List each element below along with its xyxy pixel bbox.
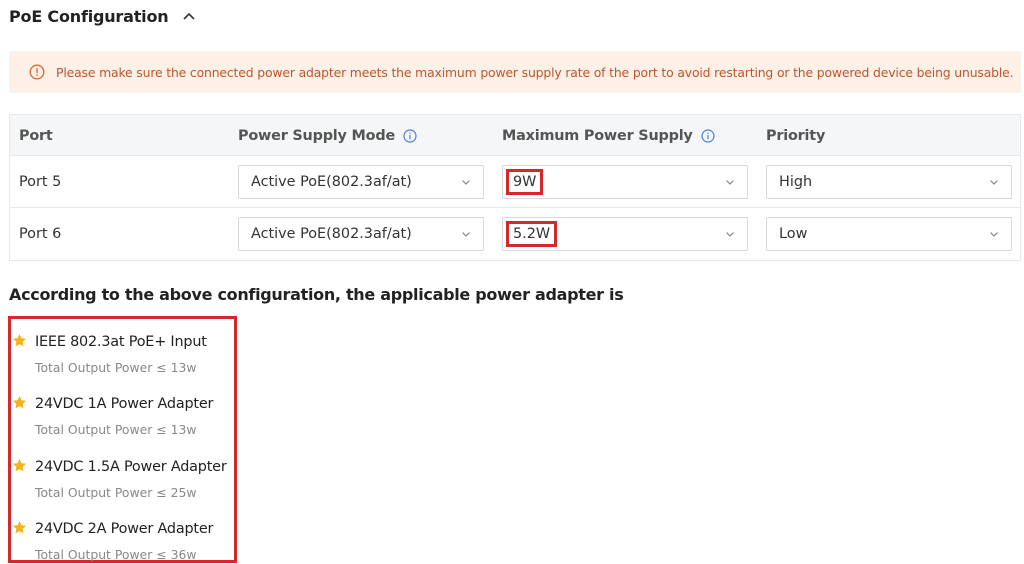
info-circle-icon[interactable] xyxy=(701,128,715,143)
star-icon xyxy=(12,395,27,409)
warning-notice: Please make sure the connected power ada… xyxy=(9,51,1021,93)
section-header: PoE Configuration xyxy=(9,4,196,28)
adapter-name: 24VDC 2A Power Adapter xyxy=(35,521,214,537)
select-value: Active PoE(802.3af/at) xyxy=(251,174,412,190)
chevron-down-icon xyxy=(990,180,998,185)
adapter-name: 24VDC 1A Power Adapter xyxy=(35,396,214,412)
select-value: High xyxy=(779,174,813,190)
select-value: Low xyxy=(779,226,808,242)
select-value: Active PoE(802.3af/at) xyxy=(251,226,412,242)
maximum-power-supply-select[interactable]: 5.2W xyxy=(502,217,748,251)
priority-select[interactable]: Low xyxy=(766,217,1012,251)
port-name: Port 5 xyxy=(19,174,62,190)
table-header: Port Power Supply Mode Maximum Power Sup… xyxy=(10,115,1020,156)
chevron-down-icon xyxy=(726,232,734,237)
table-row: Port 6 Active PoE(802.3af/at) 5.2W Low xyxy=(10,208,1020,260)
adapter-name: IEEE 802.3at PoE+ Input xyxy=(35,334,207,350)
power-supply-mode-select[interactable]: Active PoE(802.3af/at) xyxy=(238,165,484,199)
poe-table: Port Power Supply Mode Maximum Power Sup… xyxy=(9,114,1021,261)
notice-text: Please make sure the connected power ada… xyxy=(56,64,1014,80)
adapter-list: IEEE 802.3at PoE+ Input Total Output Pow… xyxy=(8,316,237,563)
column-header-port: Port xyxy=(19,127,53,144)
chevron-down-icon xyxy=(726,180,734,185)
adapter-section-title: According to the above configuration, th… xyxy=(9,285,624,304)
section-title: PoE Configuration xyxy=(9,6,169,26)
chevron-down-icon xyxy=(462,180,470,185)
select-value: 9W xyxy=(506,169,544,195)
warning-circle-icon xyxy=(29,64,45,80)
table-row: Port 5 Active PoE(802.3af/at) 9W High xyxy=(10,156,1020,208)
select-value: 5.2W xyxy=(506,221,558,247)
maximum-power-supply-select[interactable]: 9W xyxy=(502,165,748,199)
power-supply-mode-select[interactable]: Active PoE(802.3af/at) xyxy=(238,217,484,251)
star-icon xyxy=(12,520,27,534)
priority-select[interactable]: High xyxy=(766,165,1012,199)
column-header-maximum-power-supply: Maximum Power Supply xyxy=(502,115,715,156)
port-name: Port 6 xyxy=(19,226,62,242)
column-header-priority: Priority xyxy=(766,127,826,144)
adapter-output-power: Total Output Power ≤ 13w xyxy=(35,360,197,375)
adapter-output-power: Total Output Power ≤ 13w xyxy=(35,422,197,437)
adapter-name: 24VDC 1.5A Power Adapter xyxy=(35,459,227,475)
star-icon xyxy=(12,333,27,347)
chevron-down-icon xyxy=(462,232,470,237)
column-header-power-supply-mode: Power Supply Mode xyxy=(238,115,417,156)
adapter-output-power: Total Output Power ≤ 36w xyxy=(35,547,197,562)
adapter-output-power: Total Output Power ≤ 25w xyxy=(35,485,197,500)
info-circle-icon[interactable] xyxy=(403,128,417,143)
chevron-down-icon xyxy=(990,232,998,237)
star-icon xyxy=(12,458,27,472)
chevron-up-icon[interactable] xyxy=(182,9,196,23)
